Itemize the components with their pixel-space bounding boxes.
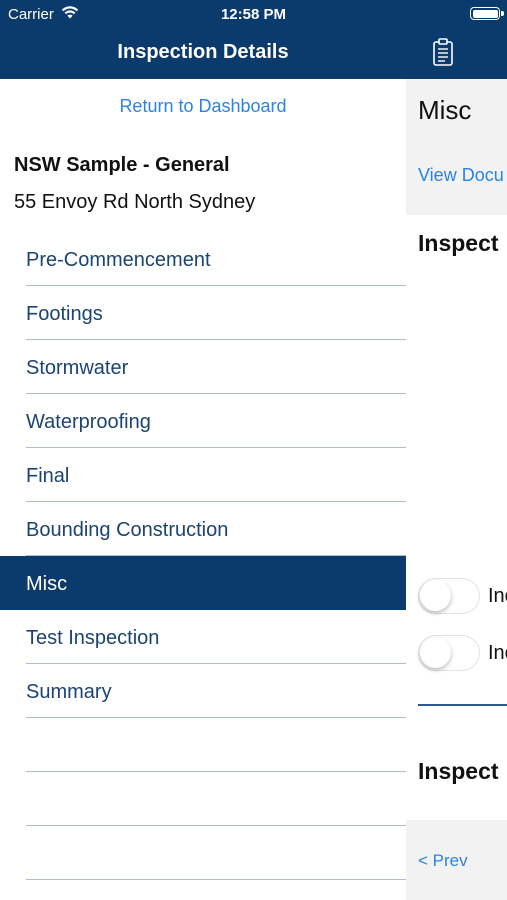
sidebar-item-summary[interactable]: Summary (0, 664, 406, 718)
sidebar-item-pre-commencement[interactable]: Pre-Commencement (0, 232, 406, 286)
sidebar-item-label: Summary (26, 681, 112, 703)
battery-nub (501, 11, 504, 16)
view-documents-link[interactable]: View Docu (418, 165, 504, 186)
status-bar: Carrier 12:58 PM (0, 0, 507, 28)
sidebar-item-empty (0, 826, 406, 880)
detail-pane: Misc View Docu Inspect Inc Inc Inspect <… (406, 79, 507, 900)
sidebar-item-waterproofing[interactable]: Waterproofing (0, 394, 406, 448)
sidebar-item-bounding-construction[interactable]: Bounding Construction (0, 502, 406, 556)
toggle-knob (420, 637, 451, 668)
site-name: NSW Sample - General (14, 154, 230, 176)
inspection-stage-list: Pre-Commencement Footings Stormwater Wat… (0, 232, 406, 880)
battery-icon (470, 7, 500, 20)
detail-title: Misc (418, 95, 472, 125)
clipboard-icon[interactable] (433, 38, 453, 66)
sidebar: Return to Dashboard NSW Sample - General… (0, 79, 406, 900)
nav-bar: Carrier 12:58 PM Inspection Details (0, 0, 507, 79)
return-to-dashboard-link[interactable]: Return to Dashboard (0, 96, 406, 117)
sidebar-item-label: Bounding Construction (26, 519, 229, 541)
sidebar-item-final[interactable]: Final (0, 448, 406, 502)
site-address: 55 Envoy Rd North Sydney (14, 191, 256, 213)
sidebar-item-footings[interactable]: Footings (0, 286, 406, 340)
toggle-label: Inc (488, 585, 507, 607)
section-heading: Inspect (418, 758, 499, 784)
detail-footer: < Prev (406, 820, 507, 900)
status-time: 12:58 PM (220, 6, 287, 23)
sidebar-item-label: Test Inspection (26, 627, 160, 649)
sidebar-item-empty (0, 772, 406, 826)
toggle-knob (420, 580, 451, 611)
sidebar-item-label: Final (26, 465, 70, 487)
detail-header: Misc View Docu (406, 79, 507, 215)
toggle-row: Inc (418, 635, 507, 671)
section-heading: Inspect (418, 230, 499, 256)
toggle-switch[interactable] (418, 578, 480, 614)
toggle-switch[interactable] (418, 635, 480, 671)
prev-button[interactable]: < Prev (418, 851, 468, 871)
sidebar-item-label: Misc (26, 573, 68, 595)
toggle-row: Inc (418, 578, 507, 614)
sidebar-item-misc[interactable]: Misc (0, 556, 406, 610)
toggle-label: Inc (488, 642, 507, 664)
sidebar-item-label: Waterproofing (26, 411, 151, 433)
sidebar-item-test-inspection[interactable]: Test Inspection (0, 610, 406, 664)
row-divider (26, 879, 406, 880)
sidebar-item-label: Footings (26, 303, 103, 325)
sidebar-item-empty (0, 718, 406, 772)
page-title: Inspection Details (117, 41, 289, 63)
sidebar-item-stormwater[interactable]: Stormwater (0, 340, 406, 394)
sidebar-item-label: Stormwater (26, 357, 129, 379)
sidebar-item-label: Pre-Commencement (26, 249, 211, 271)
section-divider (418, 704, 507, 706)
